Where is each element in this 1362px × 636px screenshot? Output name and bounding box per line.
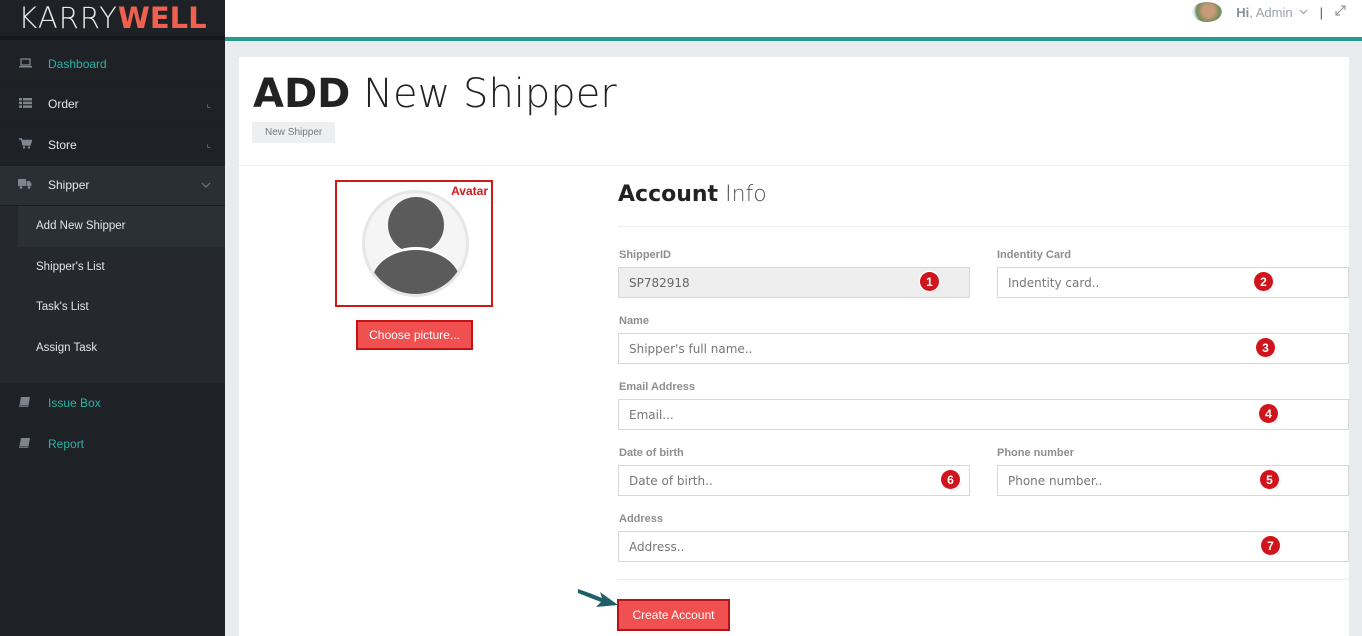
chevron-down-icon xyxy=(201,180,211,191)
marker-2: 2 xyxy=(1254,272,1273,291)
chevron-left-icon: ⌞ xyxy=(206,98,211,110)
laptop-icon xyxy=(17,57,33,71)
section-title-bold: Account xyxy=(618,182,719,207)
identity-card-label: Indentity Card xyxy=(997,249,1071,261)
marker-1: 1 xyxy=(920,272,939,291)
email-input[interactable]: Email... xyxy=(618,399,1349,430)
sidebar-item-label: Issue Box xyxy=(48,396,101,411)
identity-card-input[interactable]: Indentity card.. xyxy=(997,267,1349,298)
brand-part2: WELL xyxy=(117,1,207,35)
sidebar-item-label: Store xyxy=(48,137,77,152)
sidebar-item-label: Report xyxy=(48,436,85,451)
address-label: Address xyxy=(619,513,664,525)
cart-icon xyxy=(17,138,33,152)
shipper-id-label: ShipperID xyxy=(619,249,671,261)
divider xyxy=(618,579,1349,580)
avatar[interactable] xyxy=(1192,2,1223,22)
content-card: ADD New Shipper New Shipper Avatar Choos… xyxy=(239,57,1349,636)
user-menu[interactable]: Hi, Admin | xyxy=(1192,2,1346,22)
sidebar: KARRY WELL Dashboard Order ⌞ Store ⌞ Shi… xyxy=(0,0,225,636)
marker-7: 7 xyxy=(1261,536,1280,555)
submenu-item-add-new-shipper[interactable]: Add New Shipper xyxy=(18,206,225,247)
divider xyxy=(618,226,1349,227)
sidebar-item-dashboard[interactable]: Dashboard xyxy=(0,44,225,85)
avatar-panel: Avatar xyxy=(335,180,493,307)
marker-5: 5 xyxy=(1260,470,1279,489)
sidebar-item-report[interactable]: Report xyxy=(0,424,225,465)
brand-logo[interactable]: KARRY WELL xyxy=(0,0,225,40)
sidebar-item-order[interactable]: Order ⌞ xyxy=(0,85,225,125)
fullscreen-icon[interactable] xyxy=(1335,5,1346,19)
shipper-id-field: SP782918 xyxy=(618,267,970,298)
list-icon xyxy=(17,97,33,111)
sidebar-item-label: Shipper xyxy=(48,178,90,193)
pointer-arrow-icon xyxy=(578,589,618,607)
sidebar-item-store[interactable]: Store ⌞ xyxy=(0,125,225,166)
chevron-down-icon[interactable] xyxy=(1299,7,1308,18)
marker-3: 3 xyxy=(1256,338,1275,357)
dob-label: Date of birth xyxy=(619,447,684,459)
avatar-annotation: Avatar xyxy=(451,184,488,198)
separator: | xyxy=(1319,4,1323,20)
page-title-light: New Shipper xyxy=(363,71,617,117)
avatar-placeholder xyxy=(362,190,469,297)
breadcrumb[interactable]: New Shipper xyxy=(252,122,336,143)
book-icon xyxy=(17,396,33,410)
choose-picture-button[interactable]: Choose picture... xyxy=(356,320,473,350)
page-title-bold: ADD xyxy=(253,71,351,117)
top-bar: Hi, Admin | xyxy=(225,0,1362,41)
divider xyxy=(239,165,1349,166)
avatar-head-shape xyxy=(388,197,444,253)
section-title: Account Info xyxy=(618,182,767,207)
sidebar-item-issue-box[interactable]: Issue Box xyxy=(0,383,225,424)
sidebar-nav: Dashboard Order ⌞ Store ⌞ Shipper Add Ne… xyxy=(0,44,225,464)
submenu-item-assign-task[interactable]: Assign Task xyxy=(0,328,225,369)
phone-input[interactable]: Phone number.. xyxy=(997,465,1349,496)
chevron-left-icon: ⌞ xyxy=(206,139,211,151)
create-account-button[interactable]: Create Account xyxy=(617,599,730,631)
greeting: Hi xyxy=(1236,4,1250,20)
sidebar-item-shipper[interactable]: Shipper xyxy=(0,165,225,206)
username: , Admin xyxy=(1249,4,1293,20)
truck-icon xyxy=(17,178,33,192)
email-label: Email Address xyxy=(619,381,696,393)
sidebar-item-label: Dashboard xyxy=(48,56,107,71)
avatar-body-shape xyxy=(372,247,460,294)
submenu-item-shippers-list[interactable]: Shipper's List xyxy=(0,247,225,288)
book-icon xyxy=(17,437,33,451)
brand-part1: KARRY xyxy=(18,1,118,35)
shipper-submenu: Add New Shipper Shipper's List Task's Li… xyxy=(0,206,225,383)
phone-label: Phone number xyxy=(997,447,1075,459)
address-input[interactable]: Address.. xyxy=(618,531,1349,562)
submenu-item-tasks-list[interactable]: Task's List xyxy=(0,287,225,328)
marker-4: 4 xyxy=(1259,404,1278,423)
name-input[interactable]: Shipper's full name.. xyxy=(618,333,1349,364)
name-label: Name xyxy=(619,315,649,327)
sidebar-item-label: Order xyxy=(48,97,79,112)
marker-6: 6 xyxy=(941,470,960,489)
page-title: ADD New Shipper xyxy=(253,71,617,117)
dob-input[interactable]: Date of birth.. xyxy=(618,465,970,496)
section-title-light: Info xyxy=(725,182,767,207)
